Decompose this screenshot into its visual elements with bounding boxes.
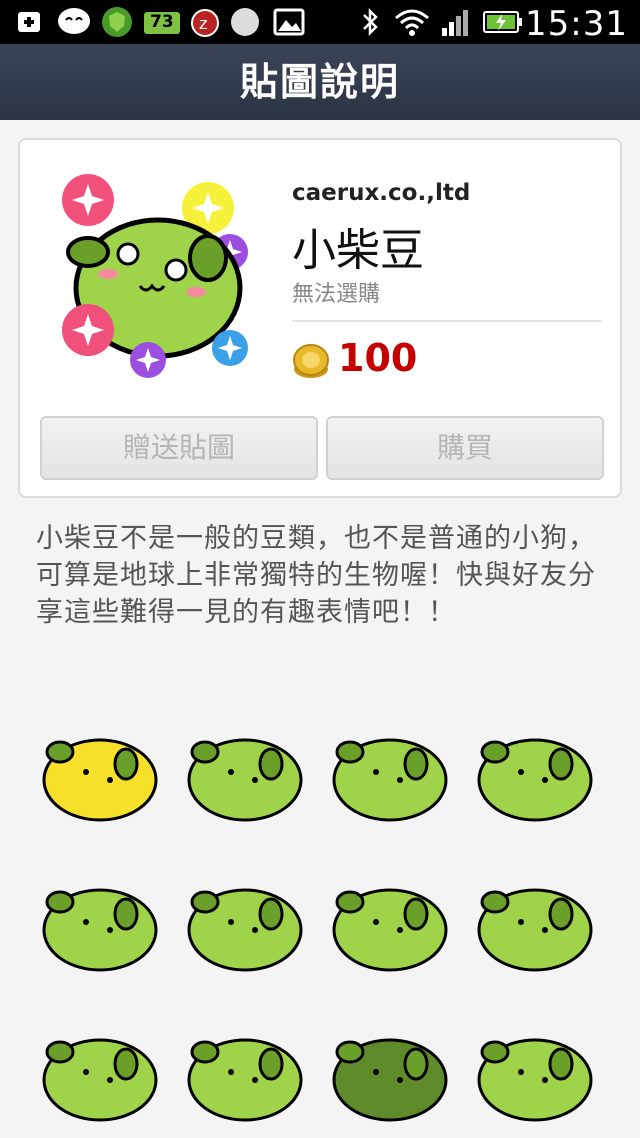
buy-button[interactable]: 購買 bbox=[326, 416, 604, 480]
page-title: 貼圖說明 bbox=[0, 44, 640, 120]
coin-icon bbox=[293, 344, 329, 378]
scarf-bean-sticker[interactable] bbox=[30, 1000, 170, 1138]
sticker-pack-name: 小柴豆 bbox=[292, 225, 424, 276]
wifi-icon bbox=[395, 9, 429, 36]
sticker-image bbox=[477, 738, 593, 822]
battery-icon bbox=[483, 11, 522, 33]
sticker-image bbox=[42, 738, 158, 822]
status-bar: 73 z 15:31 bbox=[0, 0, 640, 44]
signal-icon bbox=[442, 10, 468, 36]
bluetooth-icon bbox=[363, 7, 378, 37]
helmet-bean-sticker[interactable] bbox=[175, 1000, 315, 1138]
sticker-description: 小柴豆不是一般的豆類，也不是普通的小狗，可算是地球上非常獨特的生物喔！快與好友分… bbox=[36, 523, 596, 628]
author-name: caerux.co.,ltd bbox=[292, 180, 471, 206]
price: 100 bbox=[338, 336, 418, 380]
question-bean-sticker[interactable] bbox=[175, 850, 315, 990]
shocked-bean-sticker[interactable] bbox=[320, 1000, 460, 1138]
chat-icon bbox=[58, 8, 90, 34]
blushing-bean-sticker[interactable] bbox=[30, 850, 170, 990]
sticker-image bbox=[187, 738, 303, 822]
sticker-image bbox=[332, 1038, 448, 1122]
sparkle-bean-sticker[interactable] bbox=[465, 850, 605, 990]
shield-icon bbox=[102, 7, 132, 37]
sticker-image bbox=[332, 888, 448, 972]
sticker-image bbox=[477, 1038, 593, 1122]
product-card: caerux.co.,ltd 小柴豆 無法選購 100 贈送貼圖 購買 bbox=[18, 138, 622, 498]
clock: 15:31 bbox=[525, 4, 628, 44]
main-sticker-image bbox=[62, 174, 248, 378]
notification-badge: 73 bbox=[150, 12, 174, 32]
sticker-image bbox=[332, 738, 448, 822]
image-icon bbox=[273, 8, 305, 36]
gift-sticker-button[interactable]: 贈送貼圖 bbox=[40, 416, 318, 480]
svg-text:z: z bbox=[199, 14, 207, 33]
sticker-image bbox=[187, 1038, 303, 1122]
alarm-icon: z bbox=[191, 9, 219, 37]
hat-bean-sticker[interactable] bbox=[320, 850, 460, 990]
love-bean-sticker[interactable] bbox=[465, 700, 605, 840]
divider bbox=[292, 320, 602, 322]
sticker-image bbox=[42, 1038, 158, 1122]
purchase-status: 無法選購 bbox=[292, 282, 381, 307]
add-icon bbox=[18, 12, 40, 32]
sticker-image bbox=[42, 888, 158, 972]
yellow-bean-sticker[interactable] bbox=[30, 700, 170, 840]
angry-bean-sticker[interactable] bbox=[175, 700, 315, 840]
circle-icon bbox=[231, 8, 259, 36]
sticker-image bbox=[477, 888, 593, 972]
sleeping-bean-sticker[interactable] bbox=[465, 1000, 605, 1138]
sticker-image bbox=[187, 888, 303, 972]
sweating-bean-sticker[interactable] bbox=[320, 700, 460, 840]
